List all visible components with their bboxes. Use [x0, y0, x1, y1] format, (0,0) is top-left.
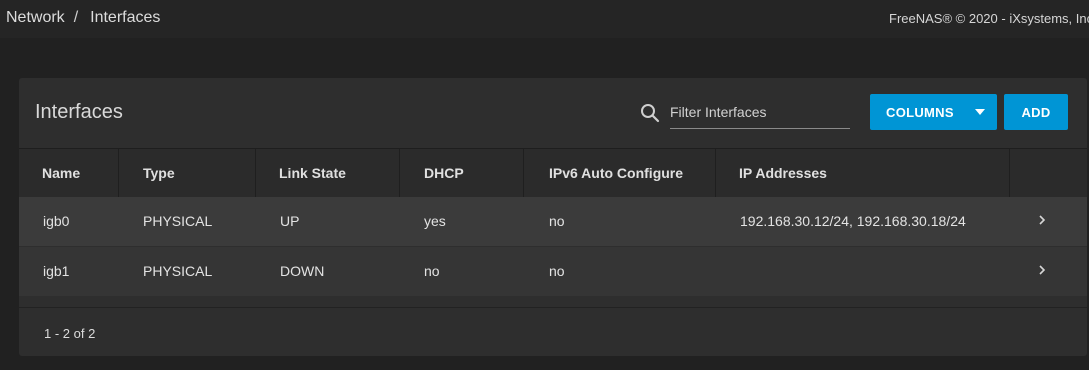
- cell-link-state: UP: [280, 213, 300, 229]
- breadcrumb-network[interactable]: Network: [6, 9, 65, 26]
- chevron-right-icon[interactable]: [1037, 263, 1047, 277]
- interfaces-card: Interfaces COLUMNS ADD Name Type Link St…: [19, 78, 1087, 356]
- cell-type: PHYSICAL: [143, 213, 213, 229]
- breadcrumb-separator: /: [73, 9, 79, 26]
- column-header-type[interactable]: Type: [143, 149, 175, 198]
- column-divider: [399, 149, 400, 198]
- breadcrumb: Network / Interfaces: [6, 9, 160, 27]
- column-header-ip-addresses[interactable]: IP Addresses: [739, 149, 827, 198]
- column-header-name[interactable]: Name: [42, 149, 80, 198]
- add-button[interactable]: ADD: [1004, 94, 1068, 130]
- column-divider: [255, 149, 256, 198]
- column-header-dhcp[interactable]: DHCP: [424, 149, 464, 198]
- cell-ipv6: no: [549, 263, 565, 279]
- top-bar: Network / Interfaces FreeNAS® © 2020 - iXs…: [0, 0, 1089, 38]
- pagination-range: 1 - 2 of 2: [44, 326, 96, 341]
- cell-name: igb1: [43, 263, 70, 279]
- cell-dhcp: no: [424, 263, 440, 279]
- copyright-text: FreeNAS® © 2020 - iXsystems, Inc: [889, 11, 1089, 26]
- search-icon: [641, 104, 660, 123]
- table-header: Name Type Link State DHCP IPv6 Auto Conf…: [19, 148, 1087, 198]
- cell-ipv6: no: [549, 213, 565, 229]
- columns-button[interactable]: COLUMNS: [870, 94, 997, 130]
- column-divider: [715, 149, 716, 198]
- columns-button-label: COLUMNS: [886, 105, 954, 120]
- breadcrumb-interfaces: Interfaces: [90, 9, 161, 26]
- table-footer: 1 - 2 of 2: [19, 307, 1087, 356]
- column-header-ipv6-auto-configure[interactable]: IPv6 Auto Configure: [549, 149, 683, 198]
- column-header-link-state[interactable]: Link State: [279, 149, 346, 198]
- card-title: Interfaces: [35, 101, 123, 123]
- caret-down-icon: [975, 109, 985, 115]
- column-divider: [118, 149, 119, 198]
- cell-dhcp: yes: [424, 213, 446, 229]
- cell-type: PHYSICAL: [143, 263, 213, 279]
- cell-ip-addresses: 192.168.30.12/24, 192.168.30.18/24: [740, 213, 966, 229]
- filter-interfaces-input[interactable]: [670, 100, 850, 124]
- table-row[interactable]: igb0 PHYSICAL UP yes no 192.168.30.12/24…: [19, 197, 1087, 246]
- cell-name: igb0: [43, 213, 70, 229]
- cell-link-state: DOWN: [280, 263, 325, 279]
- column-divider: [523, 149, 524, 198]
- table-row[interactable]: igb1 PHYSICAL DOWN no no: [19, 247, 1087, 296]
- filter-interfaces-field: [670, 100, 850, 129]
- column-divider: [1009, 149, 1010, 198]
- chevron-right-icon[interactable]: [1037, 213, 1047, 227]
